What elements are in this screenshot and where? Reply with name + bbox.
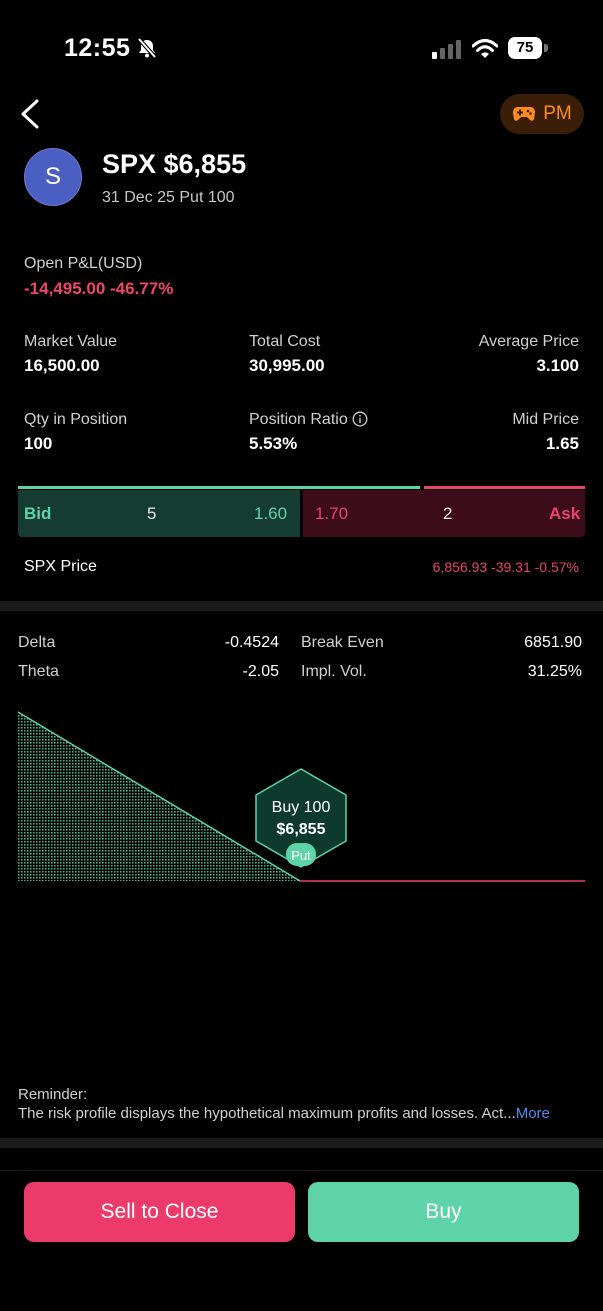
theta-label: Theta: [18, 663, 59, 680]
pm-label: PM: [543, 103, 572, 124]
battery-tip: [544, 44, 548, 52]
bell-muted-icon: [137, 37, 157, 59]
delta-value: -0.4524: [224, 634, 279, 651]
spx-price-label: SPX Price: [24, 558, 97, 575]
status-time: 12:55: [64, 34, 131, 62]
pm-button[interactable]: PM: [500, 94, 584, 134]
info-icon[interactable]: [352, 411, 368, 427]
ask-volume-bar: [424, 486, 585, 489]
open-pnl-label: Open P&L(USD): [24, 255, 143, 272]
market-value-label: Market Value: [24, 333, 118, 350]
average-price: 3.100: [536, 356, 579, 375]
ask-label: Ask: [549, 504, 581, 523]
position-ratio-label: Position Ratio: [249, 411, 348, 428]
section-divider-bottom: [0, 1138, 603, 1148]
bid-price: 1.60: [254, 504, 288, 523]
reminder-text: The risk profile displays the hypothetic…: [18, 1105, 588, 1122]
qty-value: 100: [24, 434, 53, 453]
more-link[interactable]: More: [516, 1105, 550, 1122]
total-cost: 30,995.00: [249, 356, 325, 375]
impl-vol-value: 31.25%: [527, 663, 582, 680]
buy-button[interactable]: Buy: [308, 1182, 579, 1242]
gamepad-icon: [513, 107, 536, 121]
put-tag: Put: [291, 848, 311, 863]
bid-label: Bid: [24, 504, 52, 523]
mid-price: 1.65: [545, 434, 579, 453]
break-even-value: 6851.90: [524, 634, 582, 651]
market-value: 16,500.00: [24, 356, 100, 375]
bid-volume-bar: [18, 486, 420, 489]
spx-price-value: 6,856.93 -39.31 -0.57%: [432, 559, 579, 575]
ask-price: 1.70: [315, 504, 349, 523]
back-arrow-icon[interactable]: [18, 98, 42, 130]
risk-profile-chart: Buy 100 $6,855 Put: [17, 711, 585, 882]
actions-separator: [0, 1170, 603, 1171]
open-pnl-value: -14,495.00 -46.77%: [24, 279, 174, 298]
mid-price-label: Mid Price: [512, 411, 579, 428]
break-even-label: Break Even: [301, 634, 384, 651]
cellular-signal-icon: [432, 40, 461, 59]
reminder-title: Reminder:: [18, 1086, 88, 1103]
delta-label: Delta: [18, 634, 56, 651]
page-title: SPX $6,855: [102, 149, 247, 179]
ask-size: 2: [443, 504, 453, 523]
wifi-icon: [472, 39, 498, 58]
reminder-body: The risk profile displays the hypothetic…: [18, 1105, 516, 1122]
total-cost-label: Total Cost: [249, 333, 321, 350]
theta-value: -2.05: [242, 663, 279, 680]
avatar: S: [24, 148, 82, 206]
average-price-label: Average Price: [478, 333, 579, 350]
qty-label: Qty in Position: [24, 411, 128, 428]
battery-indicator: 75: [508, 37, 542, 59]
bid-size: 5: [147, 504, 157, 523]
impl-vol-label: Impl. Vol.: [301, 663, 367, 680]
contract-subtitle: 31 Dec 25 Put 100: [102, 189, 235, 206]
section-divider: [0, 601, 603, 611]
sell-to-close-button[interactable]: Sell to Close: [24, 1182, 295, 1242]
marker-line-1: Buy 100: [272, 799, 331, 816]
position-ratio: 5.53%: [249, 434, 298, 453]
marker-line-2: $6,855: [277, 821, 326, 838]
